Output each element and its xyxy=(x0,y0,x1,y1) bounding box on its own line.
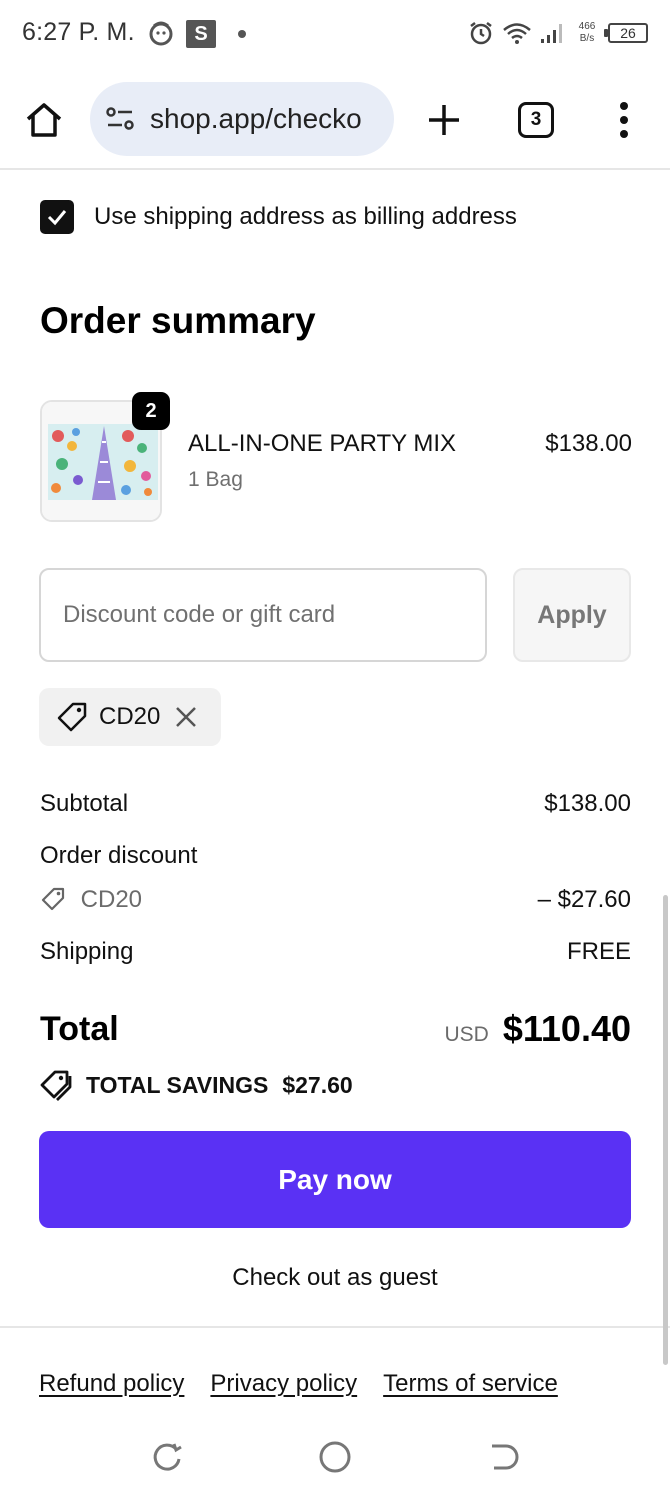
total-savings: TOTAL SAVINGS $27.60 xyxy=(40,1068,353,1102)
wifi-icon xyxy=(503,23,531,44)
savings-tag-icon xyxy=(40,1070,72,1101)
applied-discount-chip: CD20 xyxy=(39,688,221,746)
more-vert-icon[interactable] xyxy=(612,98,636,142)
subtotal-value: $138.00 xyxy=(544,790,631,817)
savings-label: TOTAL SAVINGS xyxy=(86,1071,269,1098)
checkmark-icon xyxy=(47,210,67,226)
discount-code-row: CD20 – $27.60 xyxy=(40,886,631,914)
shipping-value: FREE xyxy=(566,938,631,965)
billing-checkbox-label[interactable]: Use shipping address as billing address xyxy=(94,203,517,231)
discount-value: – $27.60 xyxy=(537,886,631,913)
terms-of-service-link[interactable]: Terms of service xyxy=(383,1370,558,1398)
refund-policy-link[interactable]: Refund policy xyxy=(39,1370,184,1398)
apply-discount-button[interactable]: Apply xyxy=(513,568,631,662)
home-nav-icon[interactable] xyxy=(318,1440,352,1474)
total-label: Total xyxy=(40,1010,119,1048)
notification-s-icon: S xyxy=(186,20,216,48)
url-text: shop.app/checko xyxy=(150,103,362,134)
status-time: 6:27 P. M. xyxy=(22,18,135,46)
product-price: $138.00 xyxy=(545,430,632,457)
network-speed-unit: B/s xyxy=(579,33,595,44)
shipping-row: Shipping FREE xyxy=(40,938,631,966)
total-amount-group: USD $110.40 xyxy=(445,1008,632,1050)
status-indicators: 466 B/s 26 xyxy=(468,16,648,50)
quantity-badge: 2 xyxy=(132,392,170,430)
product-name: ALL-IN-ONE PARTY MIX xyxy=(188,430,457,457)
order-discount-label: Order discount xyxy=(40,842,198,869)
discount-code-input[interactable] xyxy=(39,568,487,662)
plus-icon[interactable] xyxy=(424,100,464,140)
billing-address-option[interactable]: Use shipping address as billing address xyxy=(40,200,517,234)
notification-face-icon xyxy=(149,21,173,46)
billing-checkbox[interactable] xyxy=(40,200,74,234)
tune-icon[interactable] xyxy=(104,103,136,135)
network-speed: 466 B/s xyxy=(574,21,600,45)
subtotal-row: Subtotal $138.00 xyxy=(40,790,631,818)
footer-links: Refund policy Privacy policy Terms of se… xyxy=(39,1370,558,1398)
system-navigation-bar xyxy=(0,1420,670,1500)
footer-divider xyxy=(0,1326,670,1328)
pay-now-button[interactable]: Pay now xyxy=(39,1131,631,1228)
battery-icon: 26 xyxy=(604,23,648,43)
network-speed-value: 466 xyxy=(578,21,596,32)
signal-icon xyxy=(541,24,562,43)
subtotal-label: Subtotal xyxy=(40,790,129,817)
shipping-label: Shipping xyxy=(40,938,134,965)
savings-amount: $27.60 xyxy=(282,1071,353,1098)
order-summary-heading: Order summary xyxy=(40,300,316,341)
applied-discount-code: CD20 xyxy=(99,703,161,730)
total-currency: USD xyxy=(444,1023,489,1046)
close-icon[interactable] xyxy=(174,705,198,729)
total-amount: $110.40 xyxy=(502,1008,631,1049)
address-bar[interactable]: shop.app/checko xyxy=(90,82,394,156)
recents-icon[interactable] xyxy=(150,1440,184,1474)
checkout-as-guest-link[interactable]: Check out as guest xyxy=(0,1264,670,1292)
product-variant: 1 Bag xyxy=(188,468,243,491)
back-icon[interactable] xyxy=(486,1440,520,1474)
browser-toolbar: shop.app/checko 3 xyxy=(0,70,670,170)
order-discount-row: Order discount xyxy=(40,842,631,870)
home-icon[interactable] xyxy=(24,100,64,140)
notification-dot-icon xyxy=(238,30,246,38)
cart-line-item: 2 ALL-IN-ONE PARTY MIX 1 Bag $138.00 xyxy=(40,392,632,524)
discount-code-label: CD20 xyxy=(80,886,143,913)
privacy-policy-link[interactable]: Privacy policy xyxy=(210,1370,357,1398)
alarm-icon xyxy=(470,22,492,45)
tag-icon xyxy=(57,702,87,732)
status-bar: 6:27 P. M. S 466 B/s 26 xyxy=(0,0,670,70)
page-scrollbar[interactable] xyxy=(663,895,668,1365)
tab-switcher-button[interactable]: 3 xyxy=(518,102,554,138)
tag-icon xyxy=(41,887,65,911)
